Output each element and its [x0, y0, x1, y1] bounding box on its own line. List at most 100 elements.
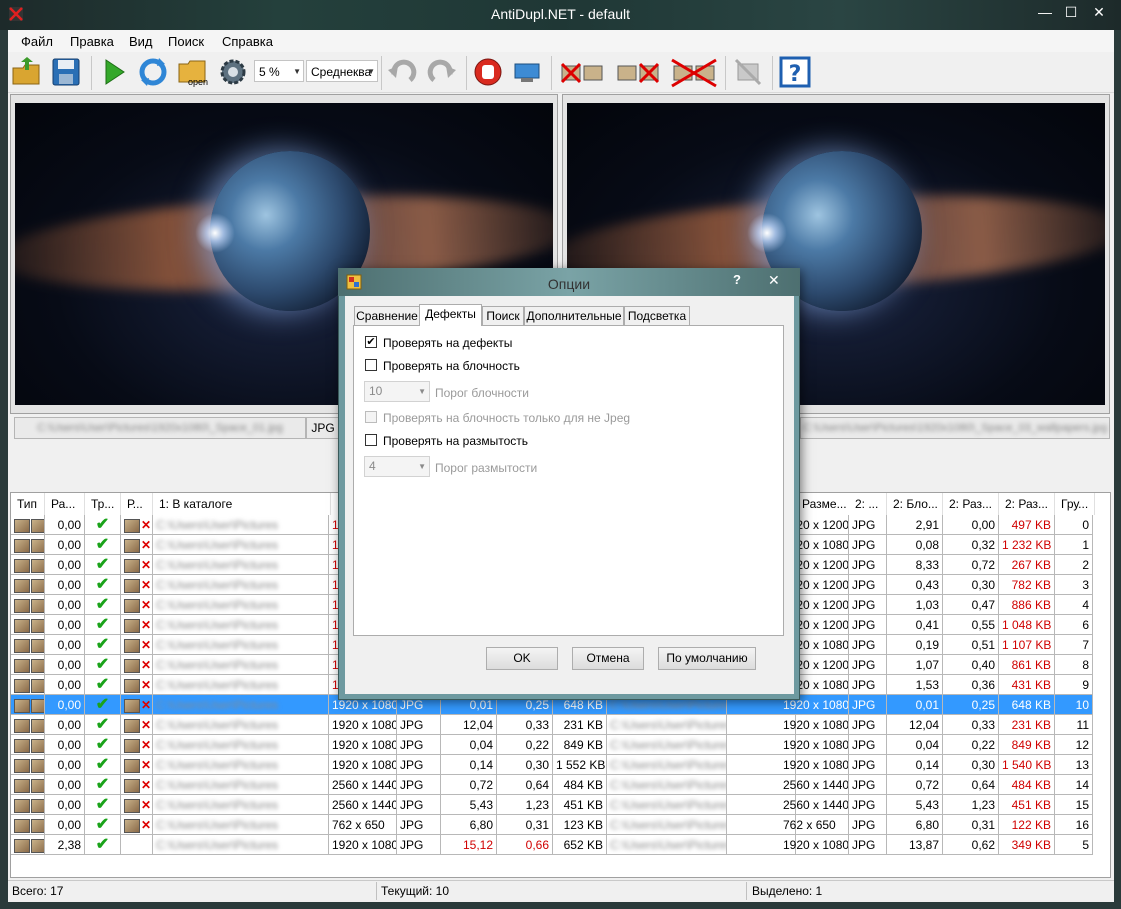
diff-cell: 0,00 — [45, 675, 85, 695]
menu-view[interactable]: Вид — [129, 34, 153, 49]
save-icon[interactable] — [50, 56, 82, 88]
filesize1-cell: 451 KB — [553, 795, 607, 815]
check-defects-label: Проверять на дефекты — [383, 336, 513, 350]
table-row[interactable]: 0,00 ✔ ✕ C:\Users\User\Pictures 1920 x 1080 J… — [11, 715, 1110, 735]
image-icon — [31, 618, 44, 633]
mistake-icon[interactable] — [732, 56, 764, 88]
defaults-button[interactable]: По умолчанию — [658, 647, 756, 670]
header-path1[interactable]: 1: В каталоге — [153, 493, 331, 515]
transform-cell: ✔ — [85, 715, 121, 735]
filesize2-cell: 886 KB — [999, 595, 1055, 615]
threshold-combo[interactable]: 5 % ▼ — [254, 60, 304, 82]
play-icon[interactable] — [98, 56, 130, 88]
diff-cell: 2,38 — [45, 835, 85, 855]
header-type[interactable]: Тип — [11, 493, 45, 515]
type-cell — [11, 815, 45, 835]
format2-cell: JPG — [849, 795, 887, 815]
refresh-icon[interactable] — [137, 56, 169, 88]
header-blur2[interactable]: 2: Раз... — [943, 493, 999, 515]
redo-icon[interactable] — [426, 56, 458, 88]
check-blockiness-checkbox[interactable] — [365, 359, 377, 371]
path1-cell: C:\Users\User\Pictures — [153, 635, 329, 655]
image-icon — [31, 778, 44, 793]
table-row[interactable]: 0,00 ✔ ✕ C:\Users\User\Pictures 762 x 650 JPG… — [11, 815, 1110, 835]
action-cell: ✕ — [121, 795, 153, 815]
blur2-cell: 1,23 — [943, 795, 999, 815]
filesize2-cell: 1 232 KB — [999, 535, 1055, 555]
stop-icon[interactable] — [472, 56, 504, 88]
menu-edit[interactable]: Правка — [70, 34, 114, 49]
image-icon — [14, 518, 30, 533]
filesize2-cell: 1 107 KB — [999, 635, 1055, 655]
image-icon — [31, 698, 44, 713]
menu-file[interactable]: Файл — [21, 34, 53, 49]
right-path: C:\Users\User\Pictures\1920x1080\_Space_… — [800, 417, 1110, 439]
header-diff[interactable]: Ра... — [45, 493, 85, 515]
chevron-down-icon: ▼ — [293, 67, 301, 76]
menu-help[interactable]: Справка — [222, 34, 273, 49]
format2-cell: JPG — [849, 735, 887, 755]
tab-search[interactable]: Поиск — [482, 306, 524, 325]
action-cell: ✕ — [121, 775, 153, 795]
delete-second-icon[interactable] — [614, 56, 662, 88]
type-cell — [11, 735, 45, 755]
dialog-close-button[interactable]: ✕ — [768, 272, 780, 289]
blur2-cell: 0,22 — [943, 735, 999, 755]
dialog-help-button[interactable]: ? — [733, 272, 741, 287]
header-format2[interactable]: 2: ... — [849, 493, 887, 515]
check-defects-checkbox[interactable]: ✔ — [365, 336, 377, 348]
block2-cell: 1,03 — [887, 595, 943, 615]
ok-button[interactable]: OK — [486, 647, 558, 670]
help-icon[interactable]: ? — [779, 56, 811, 88]
format1-cell: JPG — [397, 735, 441, 755]
image-icon — [14, 718, 30, 733]
menu-search[interactable]: Поиск — [168, 34, 204, 49]
transform-cell: ✔ — [85, 695, 121, 715]
tab-defects[interactable]: Дефекты — [419, 304, 482, 326]
delete-first-icon[interactable] — [558, 56, 606, 88]
header-size2[interactable]: Разме... — [796, 493, 854, 515]
header-group[interactable]: Гру... — [1055, 493, 1095, 515]
gear-icon[interactable] — [217, 56, 249, 88]
format2-cell: JPG — [849, 555, 887, 575]
path2-cell: C:\Users\User\Pictures — [607, 735, 727, 755]
check-icon: ✔ — [95, 716, 110, 733]
monitor-icon[interactable] — [511, 56, 543, 88]
undo-icon[interactable] — [386, 56, 418, 88]
algorithm-combo[interactable]: Среднеква ▼ — [306, 60, 378, 82]
diff-cell: 0,00 — [45, 755, 85, 775]
block2-cell: 8,33 — [887, 555, 943, 575]
maximize-button[interactable]: ☐ — [1056, 2, 1086, 22]
tab-advanced[interactable]: Дополнительные — [524, 306, 624, 325]
check-blur-checkbox[interactable] — [365, 434, 377, 446]
image-icon — [31, 818, 44, 833]
close-button[interactable]: ✕ — [1084, 2, 1114, 22]
table-row[interactable]: 0,00 ✔ ✕ C:\Users\User\Pictures 1920 x 1080 J… — [11, 755, 1110, 775]
header-transform[interactable]: Тр... — [85, 493, 121, 515]
diff-cell: 0,00 — [45, 555, 85, 575]
load-icon[interactable] — [11, 56, 43, 88]
header-filesize2[interactable]: 2: Раз... — [999, 493, 1055, 515]
header-action[interactable]: Р... — [121, 493, 153, 515]
header-block2[interactable]: 2: Бло... — [887, 493, 943, 515]
tab-compare[interactable]: Сравнение — [354, 306, 420, 325]
table-row[interactable]: 0,00 ✔ ✕ C:\Users\User\Pictures 2560 x 1440 J… — [11, 775, 1110, 795]
table-row[interactable]: 2,38 ✔ C:\Users\User\Pictures 1920 x 1080 JP… — [11, 835, 1110, 855]
block2-cell: 0,04 — [887, 735, 943, 755]
block1-cell: 0,14 — [441, 755, 497, 775]
tab-highlight[interactable]: Подсветка — [624, 306, 690, 325]
cancel-button[interactable]: Отмена — [572, 647, 644, 670]
table-row[interactable]: 0,00 ✔ ✕ C:\Users\User\Pictures 2560 x 1440 J… — [11, 795, 1110, 815]
blur2-cell: 0,40 — [943, 655, 999, 675]
delete-both-icon[interactable] — [670, 56, 718, 88]
table-row[interactable]: 0,00 ✔ ✕ C:\Users\User\Pictures 1920 x 1080 J… — [11, 735, 1110, 755]
block2-cell: 0,19 — [887, 635, 943, 655]
size1-cell: 1920 x 1080 — [329, 735, 397, 755]
block-threshold-label: Порог блочности — [435, 386, 529, 400]
size2-cell: 1920 x 1080 — [780, 755, 849, 775]
block2-cell: 0,72 — [887, 775, 943, 795]
path2-cell: C:\Users\User\Pictures — [607, 835, 727, 855]
group-cell: 8 — [1055, 655, 1093, 675]
size2-cell: 2560 x 1440 — [780, 795, 849, 815]
action-cell: ✕ — [121, 615, 153, 635]
